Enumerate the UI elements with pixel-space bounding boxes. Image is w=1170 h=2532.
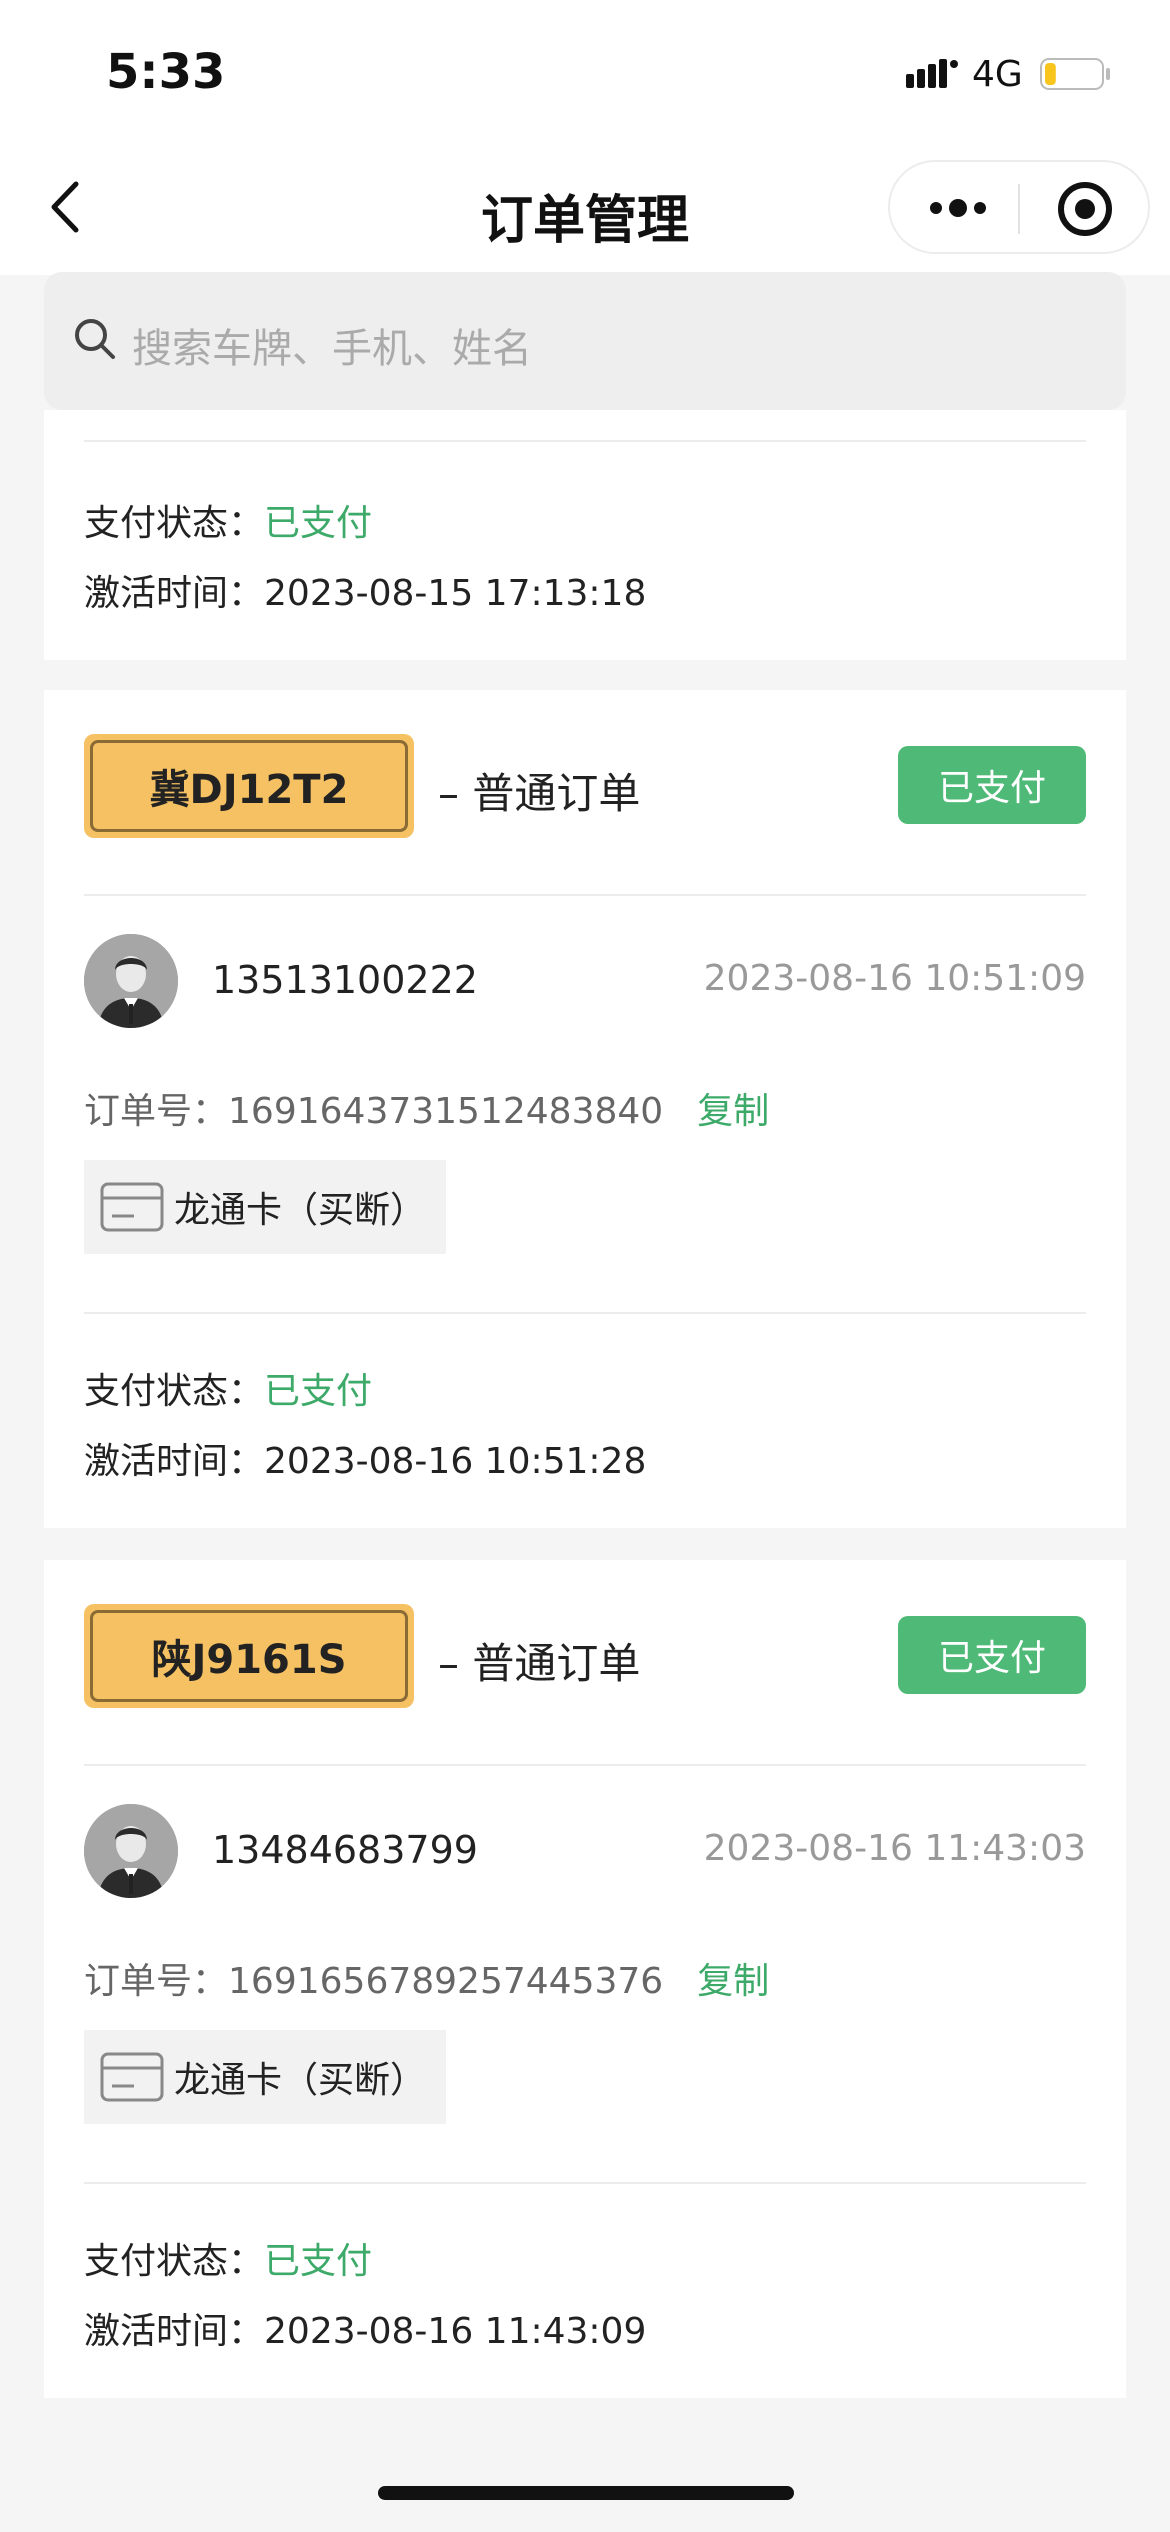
search-input[interactable]: 搜索车牌、手机、姓名 — [44, 272, 1126, 410]
card-product-tag: 龙通卡（买断） — [84, 1160, 446, 1254]
battery-icon — [1040, 58, 1110, 90]
activation-row: 激活时间：2023-08-16 11:43:09 — [84, 2302, 646, 2354]
customer-phone: 13513100222 — [212, 958, 478, 1002]
pay-status-label: 支付状态： — [84, 1371, 265, 1412]
pay-status-value: 已支付 — [264, 1371, 373, 1412]
license-plate: 冀DJ12T2 — [84, 734, 414, 838]
avatar — [84, 934, 178, 1028]
order-card-partial: 支付状态：已支付 激活时间：2023-08-15 17:13:18 — [44, 410, 1126, 660]
user-avatar-icon — [84, 934, 178, 1028]
activation-row: 激活时间：2023-08-16 10:51:28 — [84, 1432, 646, 1484]
order-number-row: 订单号：1691656789257445376 复制 — [84, 1952, 769, 2004]
pay-status-row: 支付状态：已支付 — [84, 1362, 372, 1414]
activation-time: 2023-08-15 17:13:18 — [264, 573, 647, 614]
order-type: – 普通订单 — [438, 1639, 641, 1688]
order-number-row: 订单号：1691643731512483840 复制 — [84, 1082, 769, 1134]
license-plate-text: 冀DJ12T2 — [90, 740, 408, 832]
activation-row: 激活时间：2023-08-15 17:13:18 — [84, 564, 646, 616]
status-bar: 5:33 4G — [0, 0, 1170, 140]
pay-status-value: 已支付 — [264, 503, 373, 544]
status-badge: 已支付 — [898, 1616, 1086, 1694]
status-time: 5:33 — [106, 44, 226, 100]
card-icon — [100, 2052, 164, 2102]
card-product-tag: 龙通卡（买断） — [84, 2030, 446, 2124]
target-close-icon[interactable] — [1056, 180, 1114, 238]
signal-icon — [906, 59, 958, 88]
card-icon — [100, 1182, 164, 1232]
order-number: 1691656789257445376 — [228, 1961, 664, 2002]
more-dots-icon[interactable] — [928, 190, 988, 226]
divider — [84, 1312, 1086, 1314]
pay-status-row: 支付状态：已支付 — [84, 494, 372, 546]
network-label: 4G — [972, 54, 1023, 95]
order-number-label: 订单号： — [84, 1091, 229, 1132]
status-badge: 已支付 — [898, 746, 1086, 824]
activation-time: 2023-08-16 10:51:28 — [264, 1441, 647, 1482]
order-time: 2023-08-16 10:51:09 — [703, 958, 1086, 999]
license-plate: 陕J9161S — [84, 1604, 414, 1708]
card-product-name: 龙通卡（买断） — [174, 1190, 427, 1231]
activation-label: 激活时间： — [84, 1441, 265, 1482]
divider — [84, 1764, 1086, 1766]
copy-button[interactable]: 复制 — [697, 1961, 769, 2002]
customer-phone: 13484683799 — [212, 1828, 478, 1872]
divider — [84, 440, 1086, 442]
order-card[interactable]: 陕J9161S – 普通订单 已支付 13484683799 2023-08-1… — [44, 1560, 1126, 2398]
order-time: 2023-08-16 11:43:03 — [703, 1828, 1086, 1869]
activation-label: 激活时间： — [84, 2311, 265, 2352]
search-icon — [75, 319, 115, 359]
copy-button[interactable]: 复制 — [697, 1091, 769, 1132]
order-card[interactable]: 冀DJ12T2 – 普通订单 已支付 13513100222 2023-08-1… — [44, 690, 1126, 1528]
capsule-divider — [1018, 184, 1020, 234]
order-number-label: 订单号： — [84, 1961, 229, 2002]
order-number: 1691643731512483840 — [228, 1091, 664, 1132]
avatar — [84, 1804, 178, 1898]
user-avatar-icon — [84, 1804, 178, 1898]
pay-status-value: 已支付 — [264, 2241, 373, 2282]
activation-time: 2023-08-16 11:43:09 — [264, 2311, 647, 2352]
search-placeholder: 搜索车牌、手机、姓名 — [132, 326, 532, 372]
nav-bar: 订单管理 — [0, 140, 1170, 275]
pay-status-label: 支付状态： — [84, 2241, 265, 2282]
divider — [84, 894, 1086, 896]
order-type: – 普通订单 — [438, 769, 641, 818]
activation-label: 激活时间： — [84, 573, 265, 614]
mini-program-capsule — [888, 160, 1150, 254]
divider — [84, 2182, 1086, 2184]
pay-status-row: 支付状态：已支付 — [84, 2232, 372, 2284]
license-plate-text: 陕J9161S — [90, 1610, 408, 1702]
home-indicator[interactable] — [378, 2486, 794, 2500]
card-product-name: 龙通卡（买断） — [174, 2060, 427, 2101]
pay-status-label: 支付状态： — [84, 503, 265, 544]
